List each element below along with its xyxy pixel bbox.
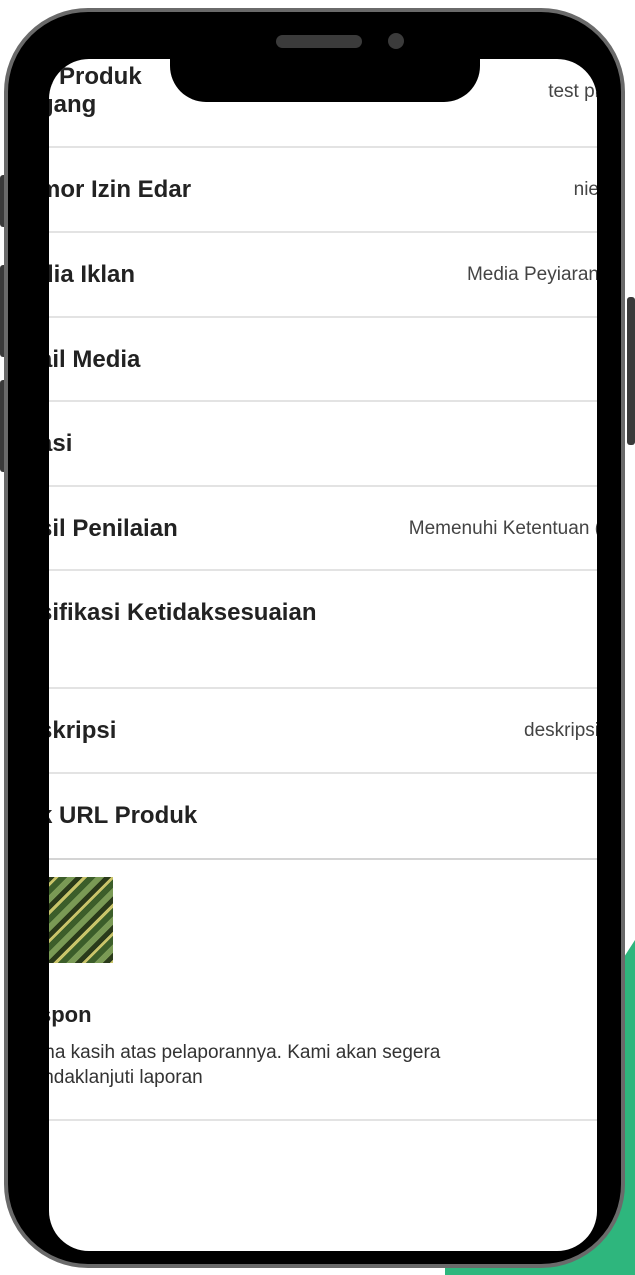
detail-row-value: test pr (548, 81, 597, 102)
detail-row-value: nie (573, 179, 597, 200)
detail-row-label: mor Izin Edar (49, 176, 192, 203)
camera-icon (388, 33, 404, 49)
detail-row-value: deskripsi (524, 720, 597, 741)
detail-row-label: sifikasi Ketidaksesuaian (49, 599, 317, 626)
respon-text: ma kasih atas pelaporannya. Kami akan se… (49, 1040, 559, 1090)
phone-notch (170, 20, 480, 102)
phone-frame: a Produk gang test pr mor Izin Edar nie … (4, 8, 625, 1268)
detail-row-hasil-penilaian: sil Penilaian Memenuhi Ketentuan ( (49, 487, 597, 571)
detail-row-media-iklan: dia Iklan Media Peyiaran (49, 233, 597, 318)
detail-row-value: Memenuhi Ketentuan ( (408, 518, 597, 539)
image-thumbnail-icon[interactable] (49, 877, 113, 963)
detail-row-link-url: k URL Produk (49, 774, 597, 860)
detail-row-label: k URL Produk (49, 802, 198, 829)
detail-row-label: sil Penilaian (49, 515, 178, 542)
detail-row-deskripsi: skripsi deskripsi (49, 689, 597, 774)
detail-row-label: dia Iklan (49, 261, 136, 288)
speaker-icon (276, 35, 362, 48)
detail-row-detail-media: ail Media (49, 318, 597, 402)
detail-row-label-continued: gang (49, 91, 97, 118)
respon-label: spon (49, 1002, 92, 1027)
phone-power-button (627, 297, 635, 445)
detail-row-label: skripsi (49, 717, 117, 744)
detail-row-value: Media Peyiaran (466, 264, 597, 285)
detail-row-izin-edar: mor Izin Edar nie (49, 148, 597, 233)
detail-row-label: a Produk (49, 63, 142, 90)
detail-row-klasifikasi: sifikasi Ketidaksesuaian (49, 571, 597, 689)
respon-section: spon ma kasih atas pelaporannya. Kami ak… (49, 974, 597, 1121)
phone-screen: a Produk gang test pr mor Izin Edar nie … (49, 59, 597, 1251)
respon-text-line: indaklanjuti laporan (49, 1067, 203, 1088)
respon-text-line: ma kasih atas pelaporannya. Kami akan se… (49, 1042, 441, 1063)
detail-row-label: ail Media (49, 346, 141, 373)
detail-row-lokasi: asi (49, 402, 597, 487)
detail-row-label: asi (49, 430, 73, 457)
